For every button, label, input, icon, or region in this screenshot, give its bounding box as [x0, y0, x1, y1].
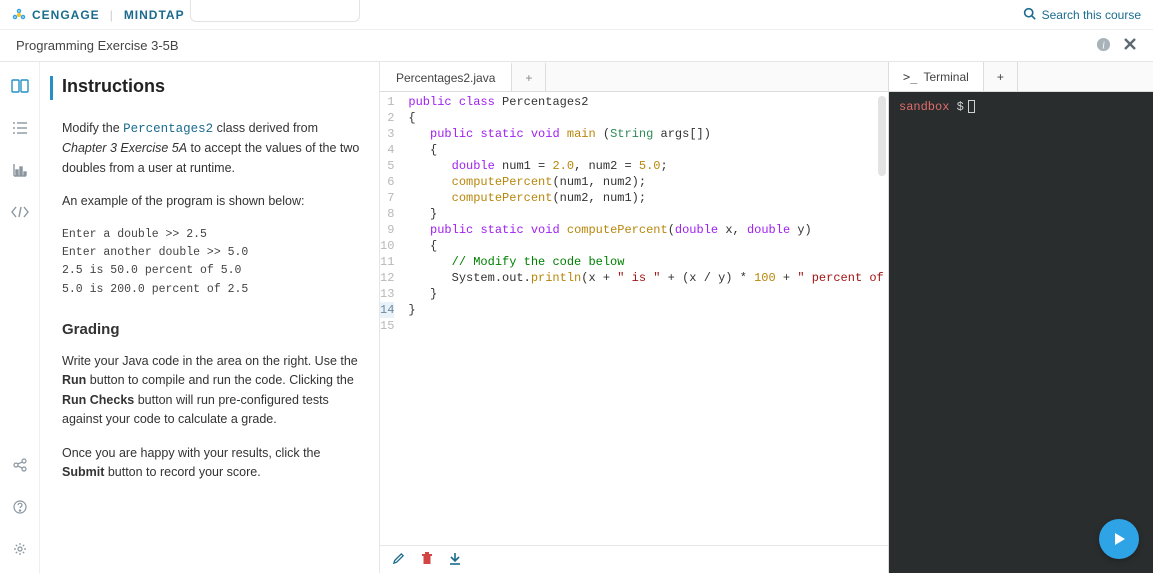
download-icon[interactable]: [449, 552, 461, 568]
file-tab[interactable]: Percentages2.java: [380, 62, 512, 91]
terminal-output[interactable]: sandbox $: [889, 92, 1153, 573]
grading-paragraph-1: Write your Java code in the area on the …: [62, 352, 361, 430]
edit-icon[interactable]: [392, 552, 405, 568]
rail-help-icon[interactable]: [6, 493, 34, 521]
editor-toolbar: [380, 545, 888, 573]
rail-tasks-icon[interactable]: [6, 114, 34, 142]
rail-settings-icon[interactable]: [6, 535, 34, 563]
terminal-panel: >_ Terminal + sandbox $: [888, 62, 1153, 573]
svg-text:i: i: [1102, 40, 1105, 51]
terminal-tab[interactable]: >_ Terminal: [889, 62, 984, 91]
delete-icon[interactable]: [421, 552, 433, 568]
brand-mindtap: MINDTAP: [124, 8, 185, 22]
example-output: Enter a double >> 2.5Enter another doubl…: [62, 226, 361, 300]
terminal-tab-label: Terminal: [923, 70, 968, 84]
tool-rail: [0, 62, 40, 573]
terminal-prompt-symbol: $: [957, 100, 964, 114]
brand-separator: |: [110, 8, 114, 22]
grading-heading: Grading: [62, 321, 361, 338]
top-dropdown-stub[interactable]: [190, 0, 360, 22]
brand-logo[interactable]: CENGAGE | MINDTAP: [12, 8, 185, 22]
plus-icon: +: [525, 71, 532, 85]
rail-chart-icon[interactable]: [6, 156, 34, 184]
editor-scrollbar[interactable]: [878, 96, 886, 176]
brand-cengage: CENGAGE: [32, 8, 100, 22]
rail-instructions-icon[interactable]: [6, 72, 34, 100]
exercise-subheader: Programming Exercise 3-5B i: [0, 30, 1153, 62]
rail-share-icon[interactable]: [6, 451, 34, 479]
instructions-paragraph-1: Modify the Percentages2 class derived fr…: [62, 119, 361, 178]
instructions-paragraph-2: An example of the program is shown below…: [62, 192, 361, 211]
exercise-title: Programming Exercise 3-5B: [16, 38, 179, 53]
add-terminal-tab[interactable]: +: [984, 62, 1018, 91]
close-icon[interactable]: [1123, 37, 1137, 54]
add-file-tab[interactable]: +: [512, 62, 546, 91]
terminal-cursor: [968, 100, 975, 113]
terminal-tabs: >_ Terminal +: [889, 62, 1153, 92]
cengage-logo-icon: [12, 8, 26, 22]
plus-icon: +: [997, 70, 1004, 84]
instructions-heading: Instructions: [62, 76, 361, 97]
grading-paragraph-2: Once you are happy with your results, cl…: [62, 444, 361, 483]
editor-panel: Percentages2.java + 12345678910111213141…: [380, 62, 888, 573]
info-icon[interactable]: i: [1096, 37, 1111, 55]
file-tab-label: Percentages2.java: [396, 71, 495, 85]
app-header: CENGAGE | MINDTAP Search this course: [0, 0, 1153, 30]
terminal-prompt-host: sandbox: [899, 100, 949, 114]
search-course-label: Search this course: [1042, 8, 1141, 22]
editor-tabs: Percentages2.java +: [380, 62, 888, 92]
terminal-prompt-icon: >_: [903, 70, 917, 84]
rail-code-icon[interactable]: [6, 198, 34, 226]
search-icon: [1023, 7, 1036, 23]
run-button[interactable]: [1099, 519, 1139, 559]
instructions-panel: Instructions Modify the Percentages2 cla…: [40, 62, 380, 573]
search-course[interactable]: Search this course: [1023, 7, 1141, 23]
code-editor[interactable]: 123456789101112131415 public class Perce…: [380, 92, 888, 545]
